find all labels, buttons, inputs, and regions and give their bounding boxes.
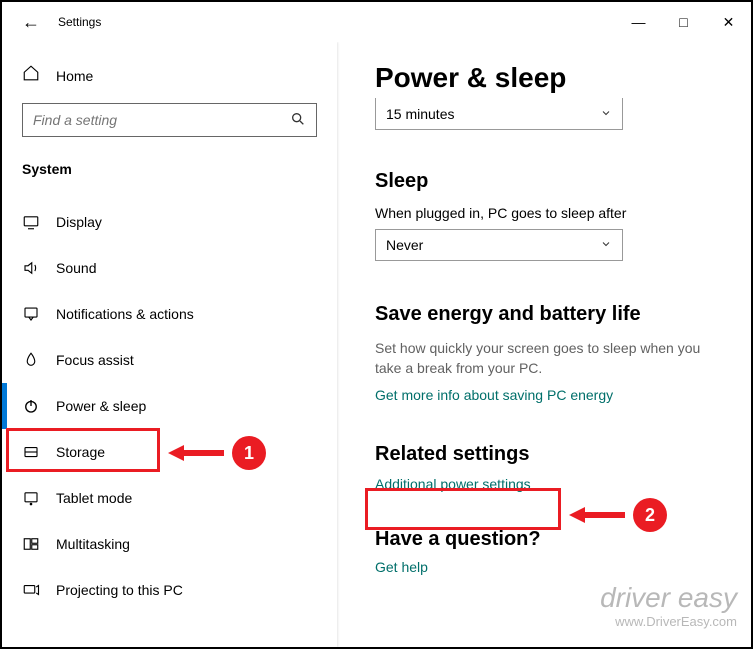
notifications-icon [22,305,40,323]
annotation-box-1 [6,428,160,472]
annotation-arrow-1: 1 [168,436,266,470]
titlebar: ← Settings — □ ✕ [2,2,751,42]
page-title: Power & sleep [375,62,721,94]
sleep-timeout-dropdown[interactable]: Never [375,229,623,261]
sidebar-item-notifications[interactable]: Notifications & actions [22,291,317,337]
tablet-icon [22,489,40,507]
chevron-down-icon [600,237,612,253]
dropdown-value: 15 minutes [386,106,454,122]
sidebar-item-power-sleep[interactable]: Power & sleep [22,383,317,429]
annotation-badge-2: 2 [633,498,667,532]
minimize-button[interactable]: — [616,7,661,37]
get-help-link[interactable]: Get help [375,559,428,575]
sidebar-item-multitasking[interactable]: Multitasking [22,521,317,567]
energy-heading: Save energy and battery life [375,303,721,326]
search-input[interactable] [33,112,290,128]
home-nav[interactable]: Home [22,42,317,103]
search-box[interactable] [22,103,317,137]
sleep-label: When plugged in, PC goes to sleep after [375,205,721,221]
screen-timeout-dropdown[interactable]: 15 minutes [375,98,623,130]
dropdown-value: Never [386,237,423,253]
energy-text: Set how quickly your screen goes to slee… [375,338,721,379]
sidebar-item-projecting[interactable]: Projecting to this PC [22,567,317,613]
close-button[interactable]: ✕ [706,7,751,37]
display-icon [22,213,40,231]
sidebar-item-tablet-mode[interactable]: Tablet mode [22,475,317,521]
watermark: driver easy www.DriverEasy.com [600,582,737,629]
back-arrow-icon[interactable]: ← [22,12,40,33]
sidebar-item-display[interactable]: Display [22,199,317,245]
focus-assist-icon [22,351,40,369]
nav-label: Notifications & actions [56,306,194,322]
related-heading: Related settings [375,443,721,466]
sidebar-item-sound[interactable]: Sound [22,245,317,291]
section-heading: System [22,161,317,177]
nav-label: Display [56,214,102,230]
active-indicator [2,383,7,429]
sleep-heading: Sleep [375,170,721,193]
power-icon [22,397,40,415]
maximize-button[interactable]: □ [661,7,706,37]
nav-label: Tablet mode [56,490,132,506]
nav-label: Power & sleep [56,398,146,414]
nav-label: Focus assist [56,352,134,368]
sidebar-item-focus-assist[interactable]: Focus assist [22,337,317,383]
question-heading: Have a question? [375,528,721,551]
home-label: Home [56,68,93,84]
window-title: Settings [58,15,101,29]
nav-label: Projecting to this PC [56,582,183,598]
projecting-icon [22,581,40,599]
search-icon [290,111,306,130]
home-icon [22,64,40,87]
annotation-box-2 [365,488,561,530]
nav-label: Sound [56,260,96,276]
sidebar: Home System Display Sound Notifications … [2,42,337,647]
sound-icon [22,259,40,277]
multitasking-icon [22,535,40,553]
energy-info-link[interactable]: Get more info about saving PC energy [375,387,613,403]
nav-label: Multitasking [56,536,130,552]
annotation-arrow-2: 2 [569,498,667,532]
watermark-brand: driver easy [600,582,737,614]
main-content: Power & sleep 15 minutes Sleep When plug… [337,42,751,647]
chevron-down-icon [600,106,612,122]
annotation-badge-1: 1 [232,436,266,470]
watermark-url: www.DriverEasy.com [600,614,737,629]
